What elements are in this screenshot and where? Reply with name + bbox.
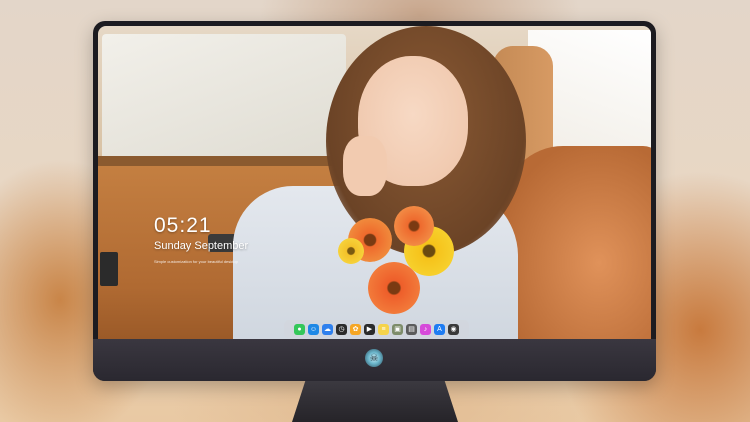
- monitor-stand: [292, 381, 458, 422]
- dock-item-0[interactable]: ●: [294, 323, 305, 335]
- wallpaper-flower: [338, 238, 364, 264]
- wallpaper-flower: [368, 262, 420, 314]
- dock-item-4[interactable]: ✿: [350, 323, 361, 335]
- dock-item-9[interactable]: ♪: [420, 323, 431, 335]
- weather-icon: ☁: [324, 325, 331, 333]
- monitor: 05:21 Sunday September Simple customizat…: [93, 21, 656, 381]
- lock-clock-subtitle: Simple customization for your beautiful …: [154, 259, 238, 264]
- wallpaper-car-window: [102, 34, 346, 160]
- messages-icon: ●: [297, 325, 302, 333]
- wallpaper-flower: [394, 206, 434, 246]
- app-store-icon: A: [437, 325, 442, 333]
- notes-icon: ≡: [381, 325, 386, 333]
- photos-icon: ✿: [352, 325, 359, 333]
- video-icon: ▶: [366, 325, 373, 333]
- wallpaper-door-lock: [100, 252, 118, 286]
- wallpaper-window-frame: [98, 156, 348, 166]
- files-icon: ▤: [408, 325, 415, 333]
- dock: ● ☺ ☁ ◷ ✿ ▶ ≡ ▣ ▤ ♪ A ◉: [284, 320, 469, 338]
- preview-icon: ▣: [394, 325, 401, 333]
- lock-clock-time: 05:21: [154, 214, 212, 237]
- dock-item-3[interactable]: ◷: [336, 323, 347, 335]
- dock-item-1[interactable]: ☺: [308, 323, 319, 335]
- desktop-screen: 05:21 Sunday September Simple customizat…: [98, 26, 651, 339]
- wallpaper-hand: [343, 136, 387, 196]
- finder-icon: ☺: [309, 325, 318, 333]
- camera-icon: ◉: [450, 325, 457, 333]
- clock-icon: ◷: [338, 325, 345, 333]
- dock-item-7[interactable]: ▣: [392, 323, 403, 335]
- dock-item-6[interactable]: ≡: [378, 323, 389, 335]
- dock-item-11[interactable]: ◉: [448, 323, 459, 335]
- wallpaper-car-seat: [503, 146, 651, 339]
- skull-logo-icon: ☠: [365, 349, 383, 367]
- dock-item-2[interactable]: ☁: [322, 323, 333, 335]
- lock-clock-date: Sunday September: [154, 240, 249, 252]
- dock-item-8[interactable]: ▤: [406, 323, 417, 335]
- dock-item-5[interactable]: ▶: [364, 323, 375, 335]
- monitor-chin: ☠: [93, 339, 656, 381]
- music-icon: ♪: [423, 325, 428, 333]
- dock-item-10[interactable]: A: [434, 323, 445, 335]
